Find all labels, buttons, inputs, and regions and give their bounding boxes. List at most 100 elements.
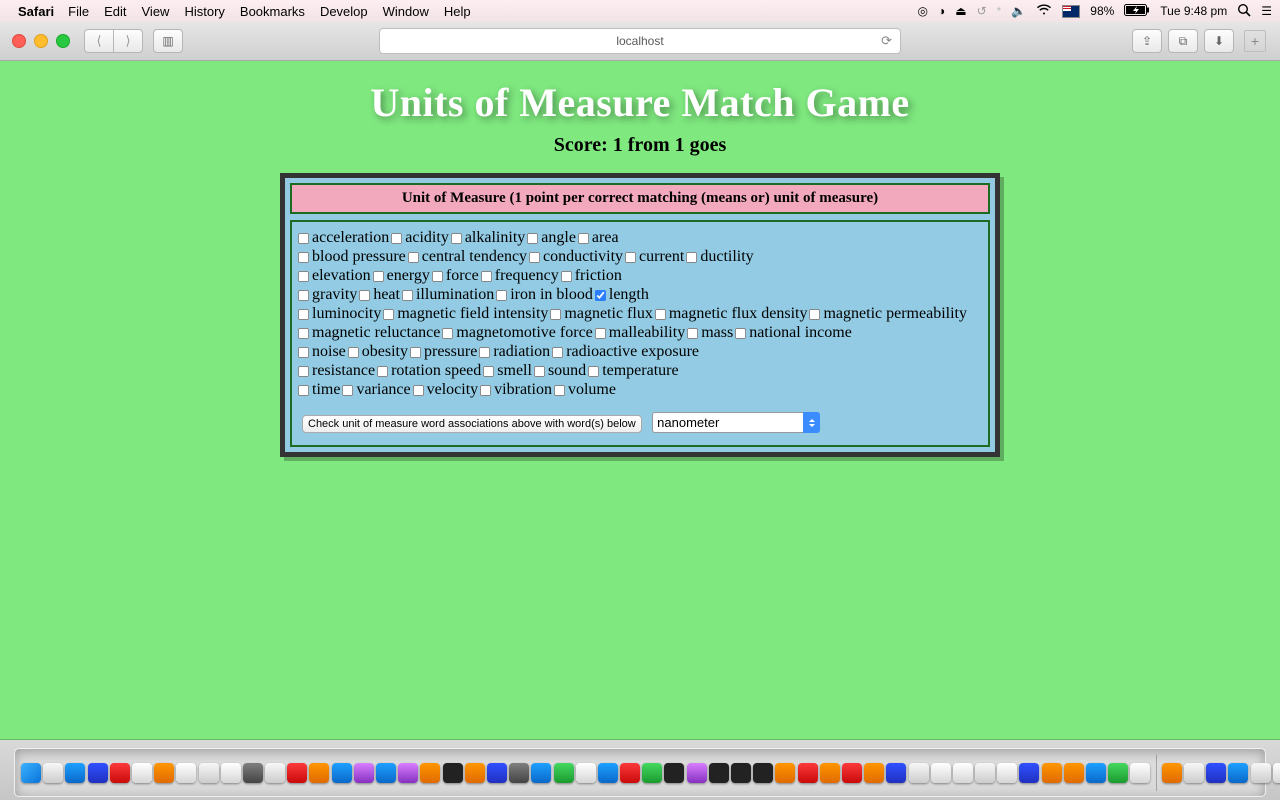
wifi-icon[interactable] [1036,4,1052,19]
notification-center-icon[interactable]: ☰ [1261,4,1272,18]
dock-app-icon[interactable] [443,763,463,783]
battery-icon[interactable] [1124,4,1150,19]
checkbox-rotation-speed[interactable]: rotation speed [375,362,481,379]
checkbox-force[interactable]: force [430,267,479,284]
sidebar-button[interactable]: ▥ [153,29,183,53]
dock-app-icon[interactable] [820,763,840,783]
dock-app-icon[interactable] [487,763,507,783]
address-bar[interactable]: localhost ⟳ [379,28,901,54]
dock-app-icon[interactable] [354,763,374,783]
dock-app-icon[interactable] [664,763,684,783]
checkbox-smell[interactable]: smell [481,362,532,379]
checkbox-input[interactable] [383,309,394,320]
dock-app-icon[interactable] [176,763,196,783]
dock-app-icon[interactable] [509,763,529,783]
dock-app-icon[interactable] [21,763,41,783]
checkbox-input[interactable] [554,385,565,396]
maximize-window-button[interactable] [56,34,70,48]
checkbox-input[interactable] [298,366,309,377]
checkbox-magnetic-reluctance[interactable]: magnetic reluctance [296,324,440,341]
checkbox-pressure[interactable]: pressure [408,343,477,360]
dock-app-icon[interactable] [88,763,108,783]
tabs-button[interactable]: ⧉ [1168,29,1198,53]
checkbox-conductivity[interactable]: conductivity [527,248,623,265]
checkbox-resistance[interactable]: resistance [296,362,375,379]
checkbox-input[interactable] [655,309,666,320]
check-button[interactable]: Check unit of measure word associations … [302,415,642,433]
checkbox-input[interactable] [410,347,421,358]
dock-app-icon[interactable] [1019,763,1039,783]
dock-app-icon[interactable] [287,763,307,783]
checkbox-input[interactable] [479,347,490,358]
checkbox-input[interactable] [298,271,309,282]
checkbox-input[interactable] [686,252,697,263]
minimize-window-button[interactable] [34,34,48,48]
checkbox-input[interactable] [298,290,309,301]
checkbox-gravity[interactable]: gravity [296,286,357,303]
dock-app-icon[interactable] [798,763,818,783]
checkbox-input[interactable] [298,309,309,320]
dock-app-icon[interactable] [576,763,596,783]
checkbox-velocity[interactable]: velocity [411,381,479,398]
dock-app-icon[interactable] [465,763,485,783]
menu-view[interactable]: View [142,4,170,19]
checkbox-input[interactable] [442,328,453,339]
dock-app-icon[interactable] [1108,763,1128,783]
app-name[interactable]: Safari [18,4,54,19]
dock-app-icon[interactable] [620,763,640,783]
checkbox-elevation[interactable]: elevation [296,267,371,284]
dock-app-icon[interactable] [931,763,951,783]
menu-file[interactable]: File [68,4,89,19]
dock-app-icon[interactable] [909,763,929,783]
dock-app-icon[interactable] [731,763,751,783]
battery-percent[interactable]: 98% [1090,4,1114,18]
checkbox-frequency[interactable]: frequency [479,267,559,284]
checkbox-variance[interactable]: variance [340,381,410,398]
checkbox-mass[interactable]: mass [685,324,733,341]
checkbox-magnetic-field-intensity[interactable]: magnetic field intensity [381,305,548,322]
checkbox-input[interactable] [595,290,606,301]
menu-help[interactable]: Help [444,4,471,19]
checkbox-input[interactable] [809,309,820,320]
dock-app-icon[interactable] [1130,763,1150,783]
dock-app-icon[interactable] [842,763,862,783]
unit-select[interactable]: nanometer [652,412,820,433]
checkbox-input[interactable] [481,271,492,282]
dock-app-icon[interactable] [265,763,285,783]
checkbox-angle[interactable]: angle [525,229,576,246]
checkbox-magnetic-flux[interactable]: magnetic flux [548,305,652,322]
dock-app-icon[interactable] [1206,763,1226,783]
dock-app-icon[interactable] [864,763,884,783]
checkbox-blood-pressure[interactable]: blood pressure [296,248,406,265]
checkbox-radiation[interactable]: radiation [477,343,550,360]
dock-app-icon[interactable] [1184,763,1204,783]
dock-app-icon[interactable] [398,763,418,783]
airplay-icon[interactable]: ⏏ [955,4,966,18]
checkbox-iron-in-blood[interactable]: iron in blood [494,286,593,303]
dock-app-icon[interactable] [1251,763,1271,783]
checkbox-magnetic-permeability[interactable]: magnetic permeability [807,305,967,322]
menu-window[interactable]: Window [383,4,429,19]
checkbox-illumination[interactable]: illumination [400,286,494,303]
dock-app-icon[interactable] [309,763,329,783]
checkbox-input[interactable] [373,271,384,282]
dock-app-icon[interactable] [1162,763,1182,783]
dock-app-icon[interactable] [598,763,618,783]
dock-app-icon[interactable] [376,763,396,783]
dock-app-icon[interactable] [554,763,574,783]
checkbox-sound[interactable]: sound [532,362,586,379]
checkbox-input[interactable] [480,385,491,396]
share-button[interactable]: ⇪ [1132,29,1162,53]
dock-app-icon[interactable] [1064,763,1084,783]
dock-app-icon[interactable] [953,763,973,783]
checkbox-current[interactable]: current [623,248,684,265]
checkbox-input[interactable] [595,328,606,339]
checkbox-acceleration[interactable]: acceleration [296,229,389,246]
dock-app-icon[interactable] [997,763,1017,783]
checkbox-input[interactable] [298,328,309,339]
dock-app-icon[interactable] [886,763,906,783]
checkbox-input[interactable] [550,309,561,320]
checkbox-luminocity[interactable]: luminocity [296,305,381,322]
dock-app-icon[interactable] [332,763,352,783]
checkbox-magnetomotive-force[interactable]: magnetomotive force [440,324,592,341]
